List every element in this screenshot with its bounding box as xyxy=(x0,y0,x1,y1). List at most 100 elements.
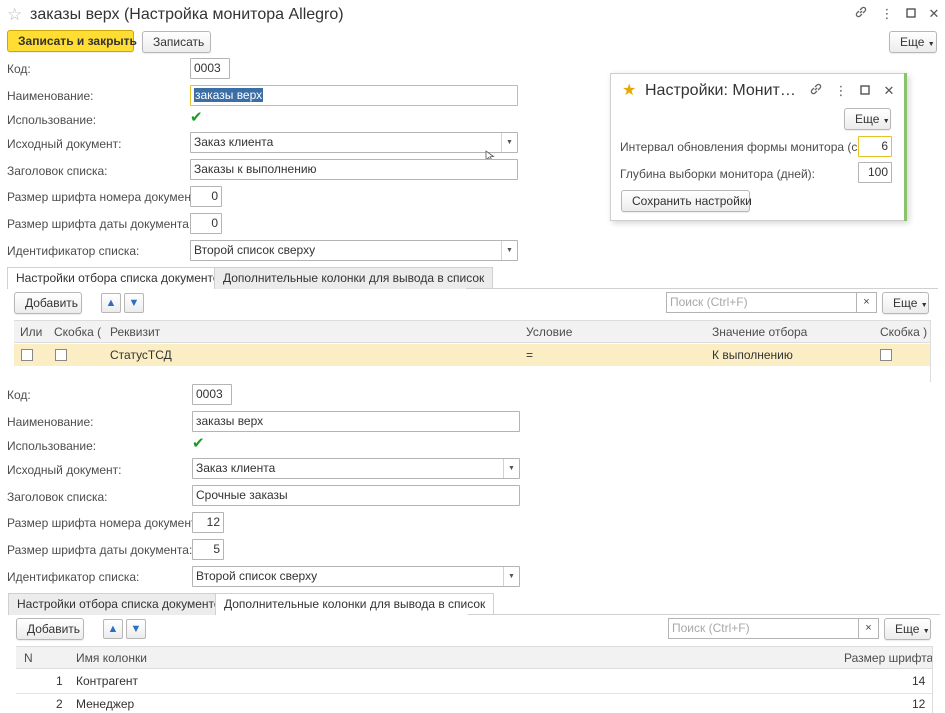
grid-bottom-border xyxy=(930,320,931,382)
add-button[interactable]: Добавить xyxy=(14,292,82,314)
table-row-size: 14 xyxy=(912,674,926,688)
col-filter-value[interactable]: Значение отбора xyxy=(712,321,807,343)
table-row-name: Контрагент xyxy=(76,674,139,688)
interval-field[interactable]: 6 xyxy=(858,136,892,157)
tab-filter-settings[interactable]: Настройки отбора списка документов xyxy=(8,593,236,615)
close-icon[interactable]: ✕ xyxy=(925,5,943,23)
search-input[interactable]: Поиск (Ctrl+F) xyxy=(668,618,859,639)
name-field[interactable]: заказы верх xyxy=(190,85,518,106)
code-label: Код: xyxy=(7,62,31,76)
grid-more-button[interactable]: Еще ▼ xyxy=(882,292,929,314)
maximize-icon[interactable] xyxy=(902,5,920,23)
chevron-down-icon: ▼ xyxy=(882,118,890,125)
col-condition[interactable]: Условие xyxy=(526,321,572,343)
name-label: Наименование: xyxy=(7,89,94,103)
more-button[interactable]: Еще ▼ xyxy=(889,31,937,53)
more-vertical-icon[interactable]: ⋮ xyxy=(832,82,850,100)
move-up-icon[interactable]: ▲ xyxy=(103,619,123,639)
tab-filter-settings[interactable]: Настройки отбора списка документов xyxy=(7,267,235,289)
dropdown-arrow-icon[interactable]: ▼ xyxy=(503,459,519,478)
chevron-down-icon: ▼ xyxy=(922,628,930,635)
source-doc-value: Заказ клиента xyxy=(194,135,274,149)
use-checkbox[interactable]: ✔ xyxy=(192,436,208,452)
more-label: Еще xyxy=(900,35,925,49)
col-bracket-open[interactable]: Скобка ( xyxy=(54,321,101,343)
columns-grid-header xyxy=(16,646,932,669)
name-label: Наименование: xyxy=(7,415,94,429)
col-or[interactable]: Или xyxy=(20,321,42,343)
list-id-label: Идентификатор списка: xyxy=(7,244,140,258)
tab-extra-columns[interactable]: Дополнительные колонки для вывода в спис… xyxy=(215,593,495,615)
popup-title: Настройки: Монит… xyxy=(645,82,796,99)
save-button[interactable]: Записать xyxy=(142,31,211,53)
col-column-name[interactable]: Имя колонки xyxy=(76,647,147,669)
source-doc-select[interactable]: Заказ клиента ▼ xyxy=(190,132,518,153)
maximize-icon[interactable] xyxy=(856,82,874,100)
search-clear-icon[interactable]: × xyxy=(856,292,877,313)
list-id-label: Идентификатор списка: xyxy=(7,570,140,584)
search-clear-icon[interactable]: × xyxy=(858,618,879,639)
use-label: Использование: xyxy=(7,439,97,453)
window-title: заказы верх (Настройка монитора Allegro) xyxy=(30,6,344,23)
tab-divider xyxy=(466,288,938,289)
source-doc-label: Исходный документ: xyxy=(7,463,122,477)
list-id-select[interactable]: Второй список сверху ▼ xyxy=(192,566,520,587)
docdate-font-label: Размер шрифта даты документа: xyxy=(7,217,193,231)
search-input[interactable]: Поиск (Ctrl+F) xyxy=(666,292,857,313)
bracket-close-checkbox[interactable] xyxy=(880,349,892,361)
list-id-select[interactable]: Второй список сверху ▼ xyxy=(190,240,518,261)
source-doc-select[interactable]: Заказ клиента ▼ xyxy=(192,458,520,479)
save-and-close-button[interactable]: Записать и закрыть xyxy=(7,30,137,52)
move-up-icon[interactable]: ▲ xyxy=(101,293,121,313)
docdate-font-field[interactable]: 5 xyxy=(192,539,224,560)
more-label: Еще xyxy=(855,112,880,126)
dropdown-arrow-icon[interactable]: ▼ xyxy=(503,567,519,586)
list-header-label: Заголовок списка: xyxy=(7,490,108,504)
list-id-value: Второй список сверху xyxy=(196,569,318,583)
col-font-size[interactable]: Размер шрифта xyxy=(844,647,933,669)
table-row-name: Менеджер xyxy=(76,697,135,711)
close-icon[interactable]: ✕ xyxy=(880,82,898,100)
grid-right-border xyxy=(932,646,933,713)
tab-divider xyxy=(468,614,940,615)
row-filter-value: К выполнению xyxy=(712,348,793,362)
add-button[interactable]: Добавить xyxy=(16,618,84,640)
favorite-star-icon[interactable]: ☆ xyxy=(7,6,22,24)
docnum-font-field[interactable]: 12 xyxy=(192,512,224,533)
code-field[interactable]: 0003 xyxy=(190,58,230,79)
docnum-font-label: Размер шрифта номера документа: xyxy=(7,516,207,530)
name-field[interactable]: заказы верх xyxy=(192,411,520,432)
list-header-field[interactable]: Срочные заказы xyxy=(192,485,520,506)
table-row-number: 2 xyxy=(56,697,63,711)
save-settings-button[interactable]: Сохранить настройки xyxy=(621,190,752,212)
tab-extra-columns[interactable]: Дополнительные колонки для вывода в спис… xyxy=(214,267,494,289)
col-attribute[interactable]: Реквизит xyxy=(110,321,160,343)
more-vertical-icon[interactable]: ⋮ xyxy=(878,5,896,23)
bracket-open-checkbox[interactable] xyxy=(55,349,67,361)
col-number[interactable]: N xyxy=(24,647,33,669)
star-filled-icon[interactable]: ★ xyxy=(622,82,636,100)
grid-more-button[interactable]: Еще ▼ xyxy=(884,618,931,640)
use-checkbox[interactable]: ✔ xyxy=(190,110,206,126)
link-icon[interactable] xyxy=(852,5,870,23)
docnum-font-label: Размер шрифта номера документа: xyxy=(7,190,207,204)
row-attribute: СтатусТСД xyxy=(110,348,172,362)
interval-label: Интервал обновления формы монитора (сек.… xyxy=(620,140,880,154)
docdate-font-field[interactable]: 0 xyxy=(190,213,222,234)
list-header-field[interactable]: Заказы к выполнению xyxy=(190,159,518,180)
name-value: заказы верх xyxy=(194,88,264,102)
col-bracket-close[interactable]: Скобка ) xyxy=(880,321,927,343)
move-down-icon[interactable]: ▼ xyxy=(124,293,144,313)
link-icon[interactable] xyxy=(807,82,825,100)
move-down-icon[interactable]: ▼ xyxy=(126,619,146,639)
popup-more-button[interactable]: Еще ▼ xyxy=(844,108,891,130)
chevron-down-icon: ▼ xyxy=(920,302,928,309)
dropdown-arrow-icon[interactable]: ▼ xyxy=(501,133,517,152)
docnum-font-field[interactable]: 0 xyxy=(190,186,222,207)
code-field[interactable]: 0003 xyxy=(192,384,232,405)
depth-field[interactable]: 100 xyxy=(858,162,892,183)
or-checkbox[interactable] xyxy=(21,349,33,361)
table-row-size: 12 xyxy=(912,697,926,711)
dropdown-arrow-icon[interactable]: ▼ xyxy=(501,241,517,260)
table-row-number: 1 xyxy=(56,674,63,688)
